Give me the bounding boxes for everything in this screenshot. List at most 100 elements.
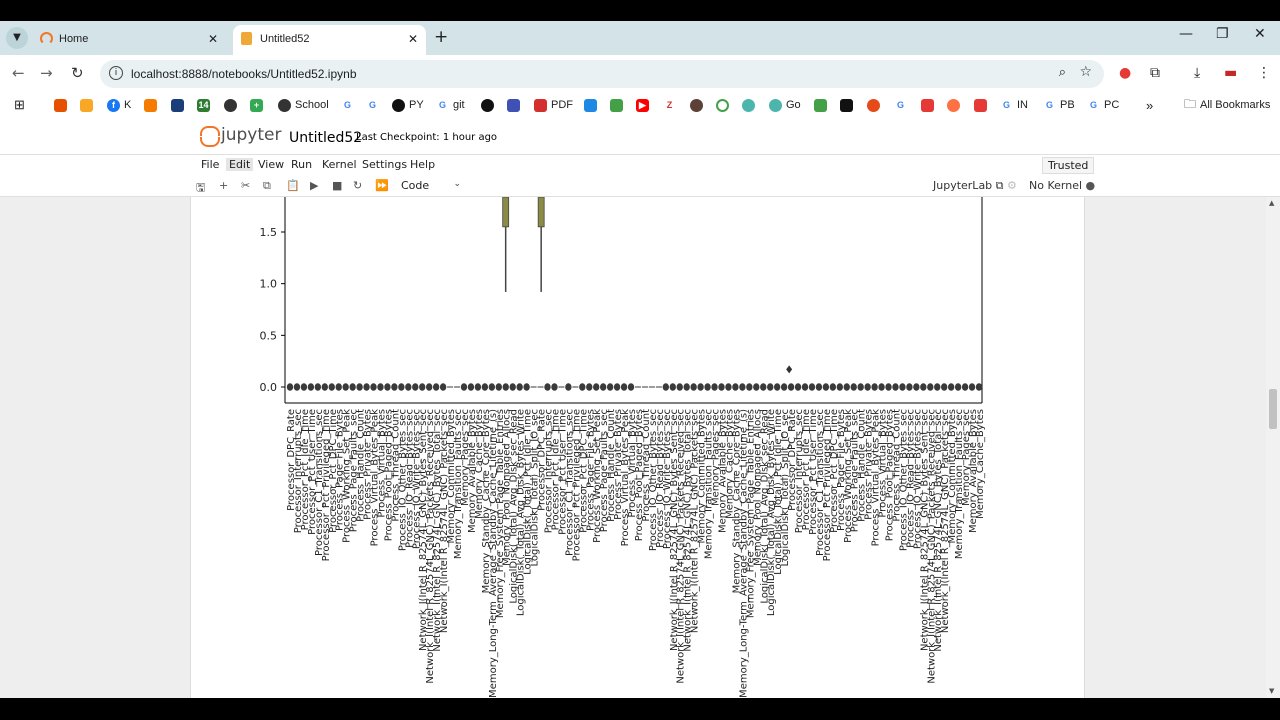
restore-icon[interactable]: ❐: [1216, 26, 1229, 42]
box-marker: [377, 383, 384, 391]
scroll-thumb[interactable]: [1269, 389, 1277, 429]
bookmark-item[interactable]: [481, 96, 494, 114]
bookmark-item[interactable]: G PC: [1087, 96, 1119, 114]
bookmark-star-icon[interactable]: ☆: [1079, 64, 1092, 80]
notebook-title[interactable]: Untitled52: [289, 130, 362, 146]
bookmark-item[interactable]: Ggit: [436, 96, 465, 114]
paste-icon[interactable]: 📋: [286, 179, 300, 192]
bookmark-item[interactable]: G PB: [1043, 96, 1075, 114]
box-marker: [732, 383, 739, 391]
chevron-down-icon: ⌄: [453, 179, 461, 189]
bookmark-item[interactable]: [224, 96, 237, 114]
box-marker: [892, 383, 899, 391]
bookmark-item[interactable]: fK: [107, 96, 131, 114]
download-icon[interactable]: ⤓: [1194, 65, 1200, 81]
close-window-icon[interactable]: ✕: [1254, 26, 1266, 42]
stop-kernel-icon[interactable]: ■: [332, 179, 342, 192]
url-text[interactable]: localhost:8888/notebooks/Untitled52.ipyn…: [131, 67, 357, 81]
menu-file[interactable]: File: [198, 158, 222, 171]
bookmark-item[interactable]: [144, 96, 157, 114]
bookmark-item[interactable]: G: [341, 96, 354, 114]
browser-toolbar: ← → ↻ i localhost:8888/notebooks/Untitle…: [0, 55, 1280, 93]
tab-home[interactable]: Home ✕: [32, 25, 226, 55]
tab-untitled52[interactable]: Untitled52 ✕: [233, 25, 426, 55]
kernel-settings-icon[interactable]: ⚙: [1007, 179, 1017, 192]
close-tab-icon[interactable]: ✕: [208, 32, 218, 46]
site-info-icon[interactable]: i: [109, 66, 123, 80]
bookmark-item[interactable]: [54, 96, 71, 114]
bookmark-item[interactable]: [716, 96, 729, 114]
kernel-status[interactable]: No Kernel ●: [1029, 179, 1095, 192]
cut-icon[interactable]: ✂: [241, 179, 250, 192]
jupyter-logo-text[interactable]: jupyter: [221, 125, 281, 145]
facebook-icon: f: [107, 98, 120, 112]
profile-icon[interactable]: ▬: [1224, 65, 1237, 81]
box-marker: [509, 383, 516, 391]
new-tab-icon[interactable]: +: [434, 27, 448, 47]
reload-icon[interactable]: ↻: [71, 64, 84, 82]
zoom-icon[interactable]: ⌕: [1059, 65, 1066, 80]
jupyterlab-link[interactable]: JupyterLab ⧉: [933, 179, 1004, 193]
copy-icon[interactable]: ⧉: [263, 179, 271, 193]
bookmark-item[interactable]: [80, 96, 97, 114]
bookmark-item[interactable]: [814, 96, 827, 114]
bookmark-item[interactable]: [610, 96, 623, 114]
insert-cell-icon[interactable]: +: [219, 179, 228, 192]
cell-type-dropdown[interactable]: Code ⌄: [401, 179, 461, 192]
run-all-icon[interactable]: ⏩: [375, 179, 389, 192]
menu-help[interactable]: Help: [407, 158, 438, 171]
scrollbar[interactable]: ▲ ▼: [1266, 197, 1280, 698]
bookmark-item[interactable]: Go: [769, 96, 801, 114]
bookmark-item[interactable]: [171, 96, 184, 114]
bookmark-item[interactable]: ▶: [636, 96, 649, 114]
bookmarks-overflow-icon[interactable]: »: [1146, 96, 1153, 114]
scroll-up-icon[interactable]: ▲: [1269, 199, 1274, 207]
menu-kernel[interactable]: Kernel: [319, 158, 360, 171]
extensions-puzzle-icon[interactable]: ⧉: [1150, 65, 1160, 81]
box-marker: [606, 383, 614, 391]
bookmark-item[interactable]: [584, 96, 597, 114]
trusted-badge[interactable]: Trusted: [1042, 157, 1095, 174]
bookmark-item[interactable]: School: [278, 96, 329, 114]
bookmark-item[interactable]: [690, 96, 703, 114]
address-bar[interactable]: i localhost:8888/notebooks/Untitled52.ip…: [100, 60, 1104, 88]
bookmark-item[interactable]: 14: [197, 96, 210, 114]
menu-run[interactable]: Run: [288, 158, 315, 171]
bookmark-item[interactable]: [947, 96, 960, 114]
bookmark-item[interactable]: [507, 96, 520, 114]
bookmark-item[interactable]: G IN: [1000, 96, 1028, 114]
jupyter-logo-icon[interactable]: [200, 126, 220, 147]
menu-view[interactable]: View: [255, 158, 287, 171]
browser-menu-icon[interactable]: ⋮: [1257, 65, 1271, 81]
menu-settings[interactable]: Settings: [359, 158, 410, 171]
back-icon[interactable]: ←: [12, 64, 25, 82]
box-marker: [690, 383, 697, 391]
bookmark-item[interactable]: PDF: [534, 96, 573, 114]
jupyter-header: jupyter Untitled52 Last Checkpoint: 1 ho…: [0, 121, 1280, 154]
bookmark-item[interactable]: [974, 96, 987, 114]
bookmark-item[interactable]: G: [366, 96, 379, 114]
bookmark-item[interactable]: Z: [663, 96, 676, 114]
bookmark-item[interactable]: G: [894, 96, 907, 114]
box-marker: [391, 383, 398, 391]
bookmark-item[interactable]: [840, 96, 853, 114]
restart-kernel-icon[interactable]: ↻: [353, 179, 362, 192]
bookmark-item[interactable]: [742, 96, 755, 114]
forward-icon[interactable]: →: [40, 64, 53, 82]
bookmark-item[interactable]: [867, 96, 880, 114]
run-cell-icon[interactable]: ▶: [310, 179, 318, 192]
save-icon[interactable]: 🖫: [196, 179, 205, 198]
tab-search-button[interactable]: ▼: [6, 27, 28, 49]
close-tab-icon[interactable]: ✕: [408, 32, 418, 46]
tab-title: Home: [59, 33, 89, 45]
menu-edit[interactable]: Edit: [226, 158, 254, 171]
bookmark-item[interactable]: PY: [392, 96, 424, 114]
bookmark-item[interactable]: [921, 96, 934, 114]
all-bookmarks-button[interactable]: 🗀 All Bookmarks: [1184, 96, 1270, 114]
scroll-down-icon[interactable]: ▼: [1269, 687, 1274, 695]
apps-icon[interactable]: ⊞: [14, 96, 25, 114]
minimize-icon[interactable]: —: [1179, 26, 1193, 42]
extension-icon[interactable]: ●: [1119, 65, 1131, 81]
bookmark-item[interactable]: +: [250, 96, 263, 114]
box-marker: [906, 383, 913, 391]
